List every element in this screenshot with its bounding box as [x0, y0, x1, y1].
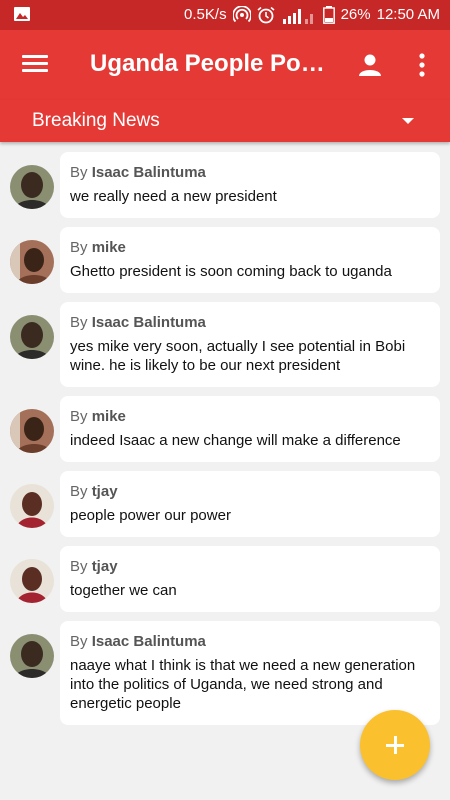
message-bubble: By mike Ghetto president is soon coming … — [60, 227, 440, 293]
avatar — [10, 240, 54, 284]
dropdown-caret-icon[interactable] — [402, 118, 414, 124]
app-title: Uganda People Po… — [90, 50, 325, 77]
message-author: By Isaac Balintuma — [70, 314, 206, 331]
message-bubble: By Isaac Balintuma we really need a new … — [60, 152, 440, 218]
clock: 12:50 AM — [376, 6, 440, 23]
message-author: By Isaac Balintuma — [70, 164, 206, 181]
avatar — [10, 409, 54, 453]
avatar — [10, 559, 54, 603]
avatar — [10, 634, 54, 678]
message-text: yes mike very soon, actually I see poten… — [70, 338, 406, 374]
message-author: By Isaac Balintuma — [70, 633, 206, 650]
message-text: together we can — [70, 582, 177, 599]
message-author: By tjay — [70, 558, 118, 575]
app-bar: Uganda People Po… — [0, 30, 450, 100]
alarm-icon — [257, 6, 275, 24]
channel-name: Breaking News — [32, 110, 160, 131]
signal-icon — [282, 9, 313, 24]
channel-selector[interactable]: Breaking News — [0, 100, 450, 142]
more-vert-icon[interactable] — [412, 50, 432, 82]
message-bubble: By mike indeed Isaac a new change will m… — [60, 396, 440, 462]
message-bubble: By Isaac Balintuma naaye what I think is… — [60, 621, 440, 725]
message-text: indeed Isaac a new change will make a di… — [70, 432, 401, 449]
hotspot-icon — [232, 6, 251, 23]
message-author: By mike — [70, 239, 126, 256]
network-speed: 0.5K/s — [184, 6, 227, 23]
message-text: Ghetto president is soon coming back to … — [70, 263, 392, 280]
message-author: By tjay — [70, 483, 118, 500]
battery-level: 26% — [340, 6, 371, 23]
menu-icon[interactable] — [20, 52, 50, 78]
add-message-button[interactable] — [360, 710, 430, 780]
account-icon[interactable] — [356, 52, 384, 80]
avatar — [10, 165, 54, 209]
message-bubble: By tjay together we can — [60, 546, 440, 612]
message-bubble: By tjay people power our power — [60, 471, 440, 537]
message-text: people power our power — [70, 507, 231, 524]
image-icon — [14, 7, 30, 21]
status-bar: 0.5K/s 26% 12:50 AM — [0, 0, 450, 30]
message-author: By mike — [70, 408, 126, 425]
avatar — [10, 484, 54, 528]
message-text: we really need a new president — [70, 188, 277, 205]
avatar — [10, 315, 54, 359]
message-text: naaye what I think is that we need a new… — [70, 657, 416, 712]
message-bubble: By Isaac Balintuma yes mike very soon, a… — [60, 302, 440, 387]
battery-icon — [322, 6, 335, 24]
